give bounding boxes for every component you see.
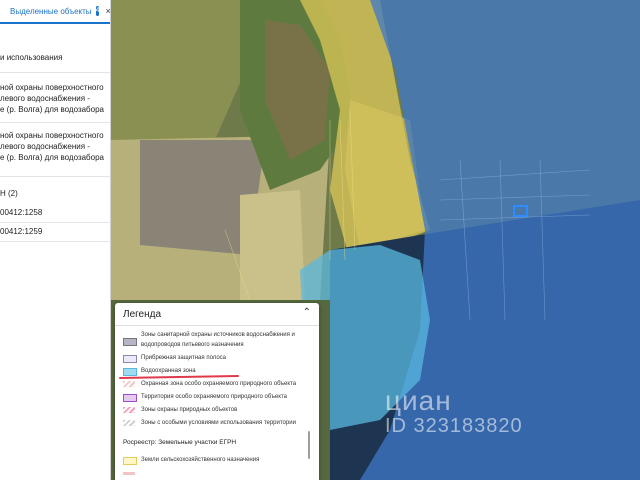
swatch-nature-protection-zones [123, 407, 135, 413]
cian-watermark: циан ID 323183820 [385, 385, 523, 438]
parcel-item-1259[interactable]: 00412:1259 [0, 226, 42, 237]
count-badge: 4 [95, 6, 100, 16]
listing-id: ID 323183820 [385, 415, 523, 437]
swatch-next-item [123, 472, 135, 475]
selected-objects-panel: Выделенные объекты 4 × и использования н… [0, 0, 111, 480]
legend-item-natural-object-protection: Охранная зона особо охраняемого природно… [141, 381, 297, 387]
zone-2-line-3[interactable]: е (р. Волга) для водозабора [0, 152, 104, 163]
swatch-natural-object-protection [123, 381, 135, 387]
swatch-water-zone [123, 368, 137, 376]
zone-2-line-2[interactable]: левого водоснабжения - [0, 141, 90, 152]
parcel-item-1258[interactable]: 00412:1258 [0, 207, 42, 218]
tab-label: Выделенные объекты [10, 6, 92, 16]
legend-section-rosreestr: Росреестр: Земельные участки ЕГРН [123, 439, 237, 446]
divider [0, 122, 110, 123]
swatch-sanitary-zone [123, 338, 137, 346]
legend-title: Легенда [123, 309, 162, 320]
legend-panel: Легенда ⌃ Зоны санитарной охраны источни… [115, 303, 319, 480]
group-label: Н (2) [0, 189, 18, 198]
divider [0, 72, 110, 73]
tab-selected-objects[interactable]: Выделенные объекты 4 × [0, 0, 110, 24]
close-icon[interactable]: × [105, 6, 110, 16]
swatch-coastal-strip [123, 355, 137, 363]
cian-logo: циан [385, 385, 452, 416]
zone-1-line-2[interactable]: левого водоснабжения - [0, 93, 90, 104]
legend-item-protected-territory: Территория особо охраняемого природного … [141, 394, 287, 400]
zone-1-line-3[interactable]: е (р. Волга) для водозабора [0, 104, 104, 115]
zone-2-line-1[interactable]: ной охраны поверхностного [0, 130, 104, 141]
swatch-agricultural-land [123, 457, 137, 465]
legend-scrollbar[interactable] [308, 431, 310, 459]
legend-item-water-zone: Водоохранная зона [141, 368, 196, 374]
divider [0, 241, 110, 242]
zone-1-line-1[interactable]: ной охраны поверхностного [0, 82, 104, 93]
swatch-protected-territory [123, 394, 137, 402]
divider [0, 222, 110, 223]
usage-label: и использования [0, 53, 63, 62]
legend-item-sanitary-line-2: водопроводов питьевого назначения [141, 342, 244, 348]
legend-item-coastal-strip: Прибрежная защитная полоса [141, 355, 227, 361]
divider [0, 176, 110, 177]
legend-item-agricultural-land: Земли сельскохозяйственного назначения [141, 457, 260, 463]
legend-item-special-conditions: Зоны с особыми условиями использования т… [141, 420, 296, 426]
legend-item-nature-protection-zones: Зоны охраны природных объектов [141, 407, 238, 413]
swatch-special-conditions [123, 420, 135, 426]
collapse-icon[interactable]: ⌃ [303, 307, 311, 318]
divider [115, 325, 319, 326]
legend-item-sanitary-line-1: Зоны санитарной охраны источников водосн… [141, 332, 295, 338]
